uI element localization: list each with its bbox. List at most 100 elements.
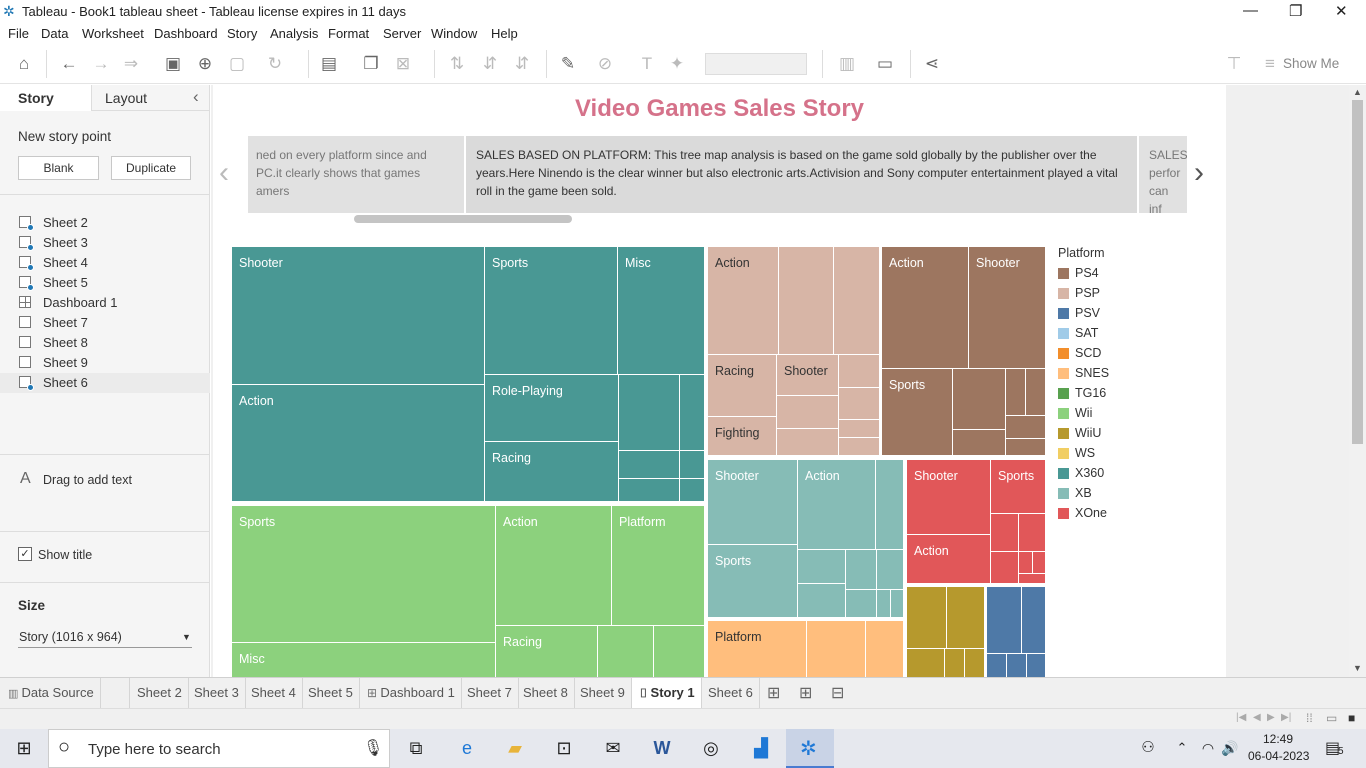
tab-sheet-2[interactable]: Sheet 2 <box>131 678 189 709</box>
treemap-cell[interactable] <box>619 375 680 451</box>
word-icon[interactable]: W <box>650 737 674 759</box>
treemap-cell[interactable] <box>877 550 904 590</box>
tab-data-source[interactable]: ▥ Data Source <box>0 678 101 709</box>
treemap-cell[interactable] <box>1006 416 1046 439</box>
tab-sheet-5[interactable]: Sheet 5 <box>302 678 360 709</box>
treemap-cell[interactable] <box>945 649 965 677</box>
blank-button[interactable]: Blank <box>18 156 99 180</box>
edge-icon[interactable]: e <box>455 737 479 759</box>
treemap-cell[interactable] <box>839 438 880 456</box>
duplicate-sheet-icon[interactable]: ❐ <box>360 54 382 74</box>
tableau-taskbar-button[interactable]: ✲ <box>786 729 834 768</box>
treemap-cell[interactable] <box>680 451 705 479</box>
treemap-cell-ps4-sports[interactable]: Sports <box>882 369 953 456</box>
treemap-cell[interactable] <box>866 621 904 677</box>
mail-icon[interactable]: ✉ <box>601 737 625 759</box>
file-explorer-icon[interactable]: ▰ <box>503 737 527 759</box>
treemap-cell[interactable] <box>1019 574 1046 584</box>
highlight-icon[interactable]: ✎ <box>557 54 579 74</box>
replay-icon[interactable]: ⇒ <box>120 54 142 74</box>
menu-format[interactable]: Format <box>328 26 369 41</box>
treemap-cell-xb-sports[interactable]: Sports <box>708 545 798 618</box>
menu-window[interactable]: Window <box>431 26 477 41</box>
treemap-cell[interactable] <box>839 420 880 438</box>
treemap-cell[interactable] <box>987 654 1007 677</box>
treemap-cell[interactable] <box>680 479 705 502</box>
treemap-cell[interactable] <box>846 590 877 618</box>
show-me-icon[interactable]: ≡ <box>1259 54 1281 74</box>
show-cards-icon[interactable]: ▥ <box>836 54 858 74</box>
treemap-cell[interactable] <box>619 451 680 479</box>
treemap-cell[interactable] <box>807 621 866 677</box>
treemap-cell-x360-action[interactable]: Action <box>232 385 485 502</box>
sheet-list-item[interactable]: Sheet 4 <box>0 253 210 273</box>
nav-prev-icon[interactable]: ◀ <box>1253 712 1261 723</box>
treemap-cell[interactable] <box>1019 552 1033 574</box>
treemap-cell-x360-sports[interactable]: Sports <box>485 247 618 375</box>
scroll-down-icon[interactable]: ▼ <box>1353 663 1362 673</box>
treemap-cell[interactable] <box>846 550 877 590</box>
treemap-cell[interactable] <box>798 584 846 618</box>
minimize-button[interactable]: — <box>1243 2 1258 19</box>
treemap-cell-psp-shooter[interactable]: Shooter <box>777 355 839 396</box>
group-icon[interactable]: ⊘ <box>594 54 616 74</box>
treemap-cell[interactable] <box>1026 369 1046 416</box>
treemap-cell[interactable] <box>777 396 839 429</box>
treemap-cell-xone-sports[interactable]: Sports <box>991 460 1046 514</box>
fit-dropdown[interactable] <box>705 53 807 75</box>
treemap-cell-wii-sports[interactable]: Sports <box>232 506 496 643</box>
treemap-cell[interactable] <box>907 587 947 649</box>
redo-icon[interactable]: → <box>90 54 112 74</box>
sort-desc-icon[interactable]: ⇵ <box>511 54 533 74</box>
media-player-icon[interactable]: ◎ <box>699 737 723 759</box>
treemap-cell-x360-misc[interactable]: Misc <box>618 247 705 375</box>
treemap-cell[interactable] <box>839 355 880 388</box>
treemap-cell-ps4-shooter[interactable]: Shooter <box>969 247 1046 369</box>
show-me-button[interactable]: Show Me <box>1283 56 1339 71</box>
tab-story-1[interactable]: ⌷ Story 1 <box>632 678 702 709</box>
treemap-cell[interactable] <box>654 626 705 677</box>
caption-current[interactable]: SALES BASED ON PLATFORM: This tree map a… <box>466 136 1137 213</box>
menu-file[interactable]: File <box>8 26 29 41</box>
treemap-cell-x360-racing[interactable]: Racing <box>485 442 619 502</box>
caption-previous[interactable]: ned on every platform since and PC.it cl… <box>248 136 464 213</box>
treemap-cell[interactable] <box>991 552 1019 584</box>
treemap-cell-psp-fighting[interactable]: Fighting <box>708 417 777 456</box>
refresh-icon[interactable]: ↻ <box>264 54 286 74</box>
sheet-list-item[interactable]: Sheet 3 <box>0 233 210 253</box>
next-story-point-icon[interactable]: › <box>1194 158 1204 188</box>
save-icon[interactable]: ▣ <box>162 54 184 74</box>
treemap-cell[interactable] <box>907 649 945 677</box>
treemap-cell[interactable] <box>1027 654 1046 677</box>
restore-button[interactable]: ❐ <box>1289 2 1302 20</box>
treemap-cell[interactable] <box>1019 514 1046 552</box>
taskbar-search-box[interactable]: ○ Type here to search 🎙 <box>48 729 390 768</box>
treemap-cell[interactable] <box>619 479 680 502</box>
previous-story-point-icon[interactable]: ‹ <box>219 158 229 188</box>
sheet-list-item[interactable]: Sheet 7 <box>0 313 210 333</box>
treemap-cell[interactable] <box>953 369 1006 430</box>
show-title-checkbox[interactable]: ✓ <box>18 547 32 561</box>
tab-sheet-4[interactable]: Sheet 4 <box>245 678 303 709</box>
menu-data[interactable]: Data <box>41 26 68 41</box>
tab-sheet-3[interactable]: Sheet 3 <box>188 678 246 709</box>
treemap-cell[interactable] <box>965 649 985 677</box>
treemap-cell[interactable] <box>680 375 705 451</box>
windows-start-icon[interactable]: ⊞ <box>12 737 36 759</box>
treemap-cell[interactable] <box>877 590 891 618</box>
menu-story[interactable]: Story <box>227 26 257 41</box>
sheet-list-item[interactable]: Sheet 6 <box>0 373 210 393</box>
treemap-cell-psp-racing[interactable]: Racing <box>708 355 777 417</box>
new-data-source-icon[interactable]: ⊕ <box>194 54 216 74</box>
undo-icon[interactable]: ← <box>58 54 80 74</box>
drag-to-add-text[interactable]: Drag to add text <box>43 473 132 487</box>
swap-icon[interactable]: ⇅ <box>446 54 468 74</box>
filmstrip-icon[interactable]: ▭ <box>1326 711 1337 725</box>
treemap-cell[interactable] <box>598 626 654 677</box>
microphone-icon[interactable]: 🎙 <box>363 738 383 758</box>
new-story-tab-icon[interactable]: ⊟ <box>831 683 844 703</box>
treemap-cell[interactable] <box>1007 654 1027 677</box>
menu-worksheet[interactable]: Worksheet <box>82 26 144 41</box>
treemap-cell-snes-platform[interactable]: Platform <box>708 621 807 677</box>
sheet-list-item[interactable]: Dashboard 1 <box>0 293 210 313</box>
